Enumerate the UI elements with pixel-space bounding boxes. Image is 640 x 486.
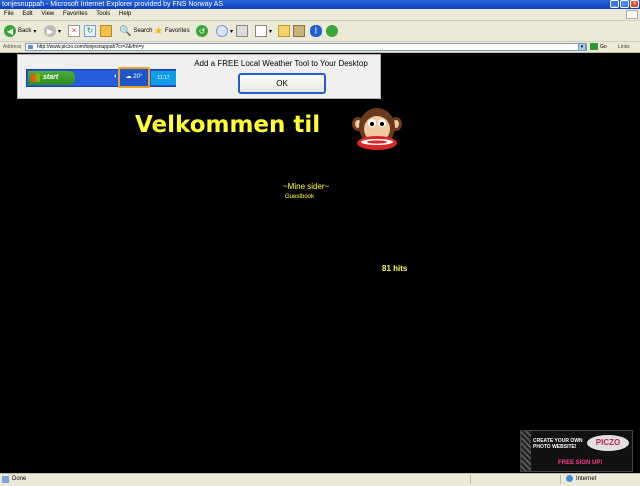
menu-view[interactable]: View (38, 9, 57, 20)
status-divider (560, 475, 561, 484)
globe-icon (566, 474, 573, 482)
history-button[interactable]: ↺ (196, 24, 208, 38)
folder-icon (278, 25, 290, 37)
favorites-button[interactable]: ★ Favorites (154, 24, 190, 38)
ad-temperature: ☁ 20° (118, 67, 150, 88)
chevron-down-icon: ▾ (58, 28, 62, 35)
folder-button[interactable] (278, 24, 290, 38)
stop-icon: × (68, 25, 80, 37)
ad-taskbar-image: start ◐ ☁ 20° 11:17 (26, 67, 176, 88)
printer-icon (236, 25, 248, 37)
menu-tools[interactable]: Tools (93, 9, 113, 20)
page-title: Velkommen til (135, 112, 321, 138)
go-arrow-icon (590, 43, 598, 51)
page-icon (28, 45, 33, 49)
windows-flag-icon (31, 74, 40, 82)
status-bar: Done Internet (0, 473, 640, 486)
refresh-icon: ↻ (84, 25, 96, 37)
weather-tool-ad[interactable]: start ◐ ☁ 20° 11:17 Add a FREE Local Wea… (17, 54, 381, 99)
favorites-label: Favorites (164, 28, 190, 34)
mail-icon (216, 25, 228, 37)
ad-tagline: CREATE YOUR OWN PHOTO WEBSITE! (533, 438, 583, 450)
edit-page-icon (255, 25, 267, 37)
status-divider (470, 475, 471, 484)
chevron-down-icon: ▾ (33, 28, 37, 35)
ad-stripes (521, 431, 531, 471)
bluetooth-icon: ᛒ (310, 25, 322, 37)
ad-ok-button[interactable]: OK (238, 73, 326, 94)
maximize-button[interactable]: □ (620, 0, 629, 8)
menu-edit[interactable]: Edit (19, 9, 35, 20)
guestbook-link[interactable]: Guestbook (285, 194, 314, 200)
title-bar: tonjesnuppah - Microsoft Internet Explor… (0, 0, 640, 9)
address-dropdown-button[interactable]: ▾ (578, 43, 586, 51)
back-button[interactable]: ◀ Back ▾ (4, 24, 36, 38)
back-arrow-icon: ◀ (4, 25, 16, 37)
research-icon (293, 25, 305, 37)
address-url: http://www.piczo.com/tonjesnuppah?cr=2&r… (37, 44, 144, 50)
chevron-down-icon: ▾ (269, 28, 273, 35)
menu-help[interactable]: Help (116, 9, 134, 20)
edit-button[interactable]: ▾ (255, 24, 272, 38)
menu-file[interactable]: File (1, 9, 17, 20)
forward-arrow-icon: ▶ (44, 25, 56, 37)
toolbar: ◀ Back ▾ ▶ ▾ × ↻ 🔍 Search ★ Favorites ↺ … (0, 21, 640, 42)
close-button[interactable]: × (630, 0, 639, 8)
piczo-logo: PICZO (587, 435, 629, 451)
windows-logo-icon (626, 10, 638, 19)
search-button[interactable]: 🔍 Search (119, 24, 152, 38)
print-button[interactable] (236, 24, 248, 38)
window-title: tonjesnuppah - Microsoft Internet Explor… (2, 1, 223, 8)
address-bar: Address http://www.piczo.com/tonjesnuppa… (0, 42, 640, 53)
menu-favorites[interactable]: Favorites (60, 9, 91, 20)
security-zone: Internet (566, 474, 596, 485)
mail-button[interactable]: ▾ (216, 24, 233, 38)
piczo-ad[interactable]: CREATE YOUR OWN PHOTO WEBSITE! PICZO FRE… (520, 430, 633, 472)
search-label: Search (133, 28, 153, 34)
research-button[interactable] (293, 24, 305, 38)
links-button[interactable]: Links (618, 42, 630, 52)
address-input[interactable]: http://www.piczo.com/tonjesnuppah?cr=2&r… (25, 43, 587, 51)
minimize-button[interactable]: _ (610, 0, 619, 8)
messenger-icon (326, 25, 338, 37)
home-button[interactable] (100, 24, 112, 38)
chevron-down-icon: ▾ (230, 28, 234, 35)
back-label: Back (18, 28, 32, 34)
refresh-button[interactable]: ↻ (84, 24, 96, 38)
ad-start-label: start (43, 74, 59, 81)
menu-bar: File Edit View Favorites Tools Help (0, 9, 640, 21)
ad-start-button: start (28, 71, 75, 85)
messenger-button[interactable] (326, 24, 338, 38)
page-content: start ◐ ☁ 20° 11:17 Add a FREE Local Wea… (0, 53, 640, 473)
address-label: Address (3, 44, 22, 50)
status-text: Done (12, 476, 27, 482)
stop-button[interactable]: × (68, 24, 80, 38)
hit-counter: 81 hits (382, 264, 408, 273)
signup-link[interactable]: FREE SIGN UP! (558, 460, 602, 466)
ad-message: Add a FREE Local Weather Tool to Your De… (194, 59, 368, 68)
page-status-icon (2, 476, 9, 483)
bluetooth-button[interactable]: ᛒ (310, 24, 322, 38)
go-button[interactable]: Go (590, 42, 607, 52)
ad-clock: 11:17 (151, 71, 176, 85)
history-icon: ↺ (196, 25, 208, 37)
search-icon: 🔍 (119, 25, 132, 37)
window-controls: _ □ × (610, 0, 639, 9)
go-label: Go (600, 44, 607, 50)
forward-button[interactable]: ▶ ▾ (44, 24, 61, 38)
star-icon: ★ (154, 25, 163, 37)
monkey-logo-icon (352, 108, 402, 150)
nav-title: ~Mine sider~ (283, 182, 330, 191)
home-icon (100, 25, 112, 37)
